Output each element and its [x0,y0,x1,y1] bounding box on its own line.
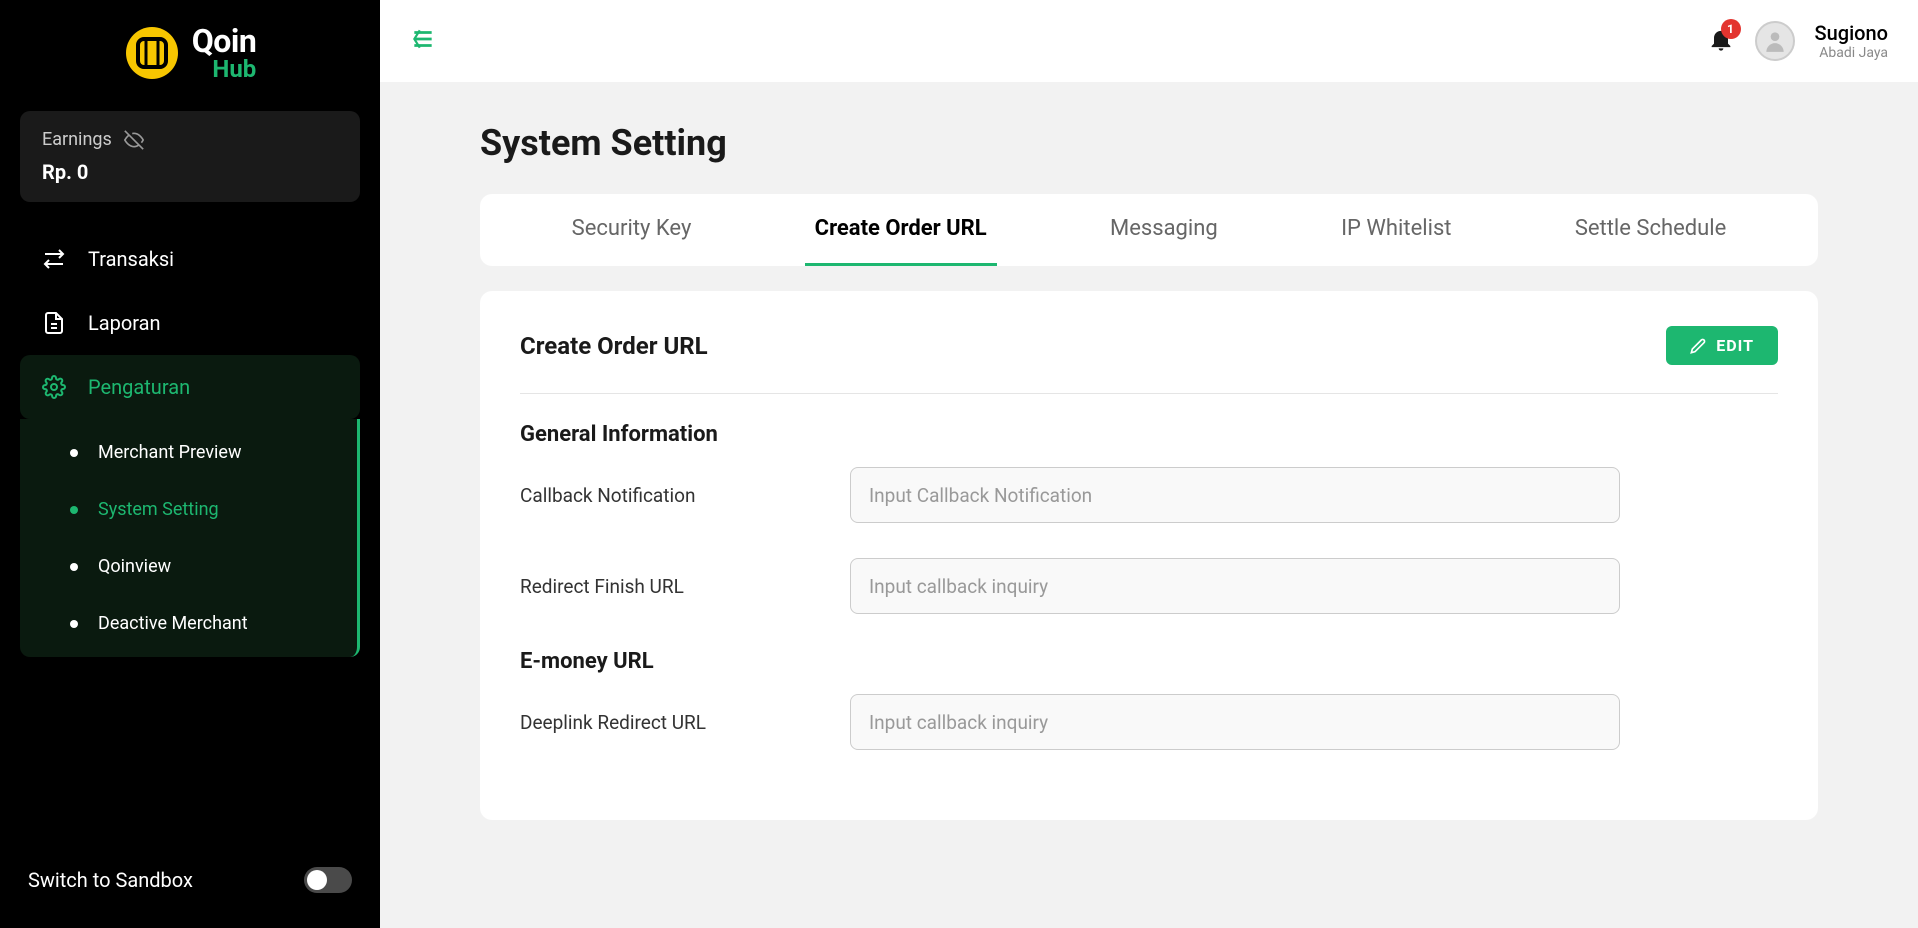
sandbox-row: Switch to Sandbox [20,857,360,903]
notifications-button[interactable]: 1 [1707,25,1735,57]
sandbox-label: Switch to Sandbox [28,868,193,892]
section-general-information: General Information [520,422,1778,447]
pengaturan-subnav: Merchant Preview System Setting Qoinview… [20,419,360,657]
eye-off-icon[interactable] [124,130,144,150]
subnav-deactive-merchant[interactable]: Deactive Merchant [20,595,357,652]
subnav-merchant-preview[interactable]: Merchant Preview [20,424,357,481]
sandbox-toggle[interactable] [304,867,352,893]
form-row-callback: Callback Notification [520,467,1778,523]
subnav-label: System Setting [98,499,219,520]
nav-item-transaksi[interactable]: Transaksi [20,227,360,291]
sidebar-toggle-button[interactable] [410,26,436,56]
page-title: System Setting [480,122,1818,164]
form-row-redirect: Redirect Finish URL [520,558,1778,614]
content: System Setting Security Key Create Order… [380,82,1918,928]
nav-label: Transaksi [88,247,174,271]
nav-label: Pengaturan [88,375,190,399]
subnav-label: Qoinview [98,556,171,577]
bullet-icon [70,620,78,628]
main: 1 Sugiono Abadi Jaya System Setting Secu… [380,0,1918,928]
panel-create-order-url: Create Order URL EDIT General Informatio… [480,291,1818,820]
menu-collapse-icon [410,26,436,52]
gear-icon [42,375,66,399]
tab-create-order-url[interactable]: Create Order URL [805,194,997,266]
sidebar: Qoin Hub Earnings Rp. 0 Transaksi Lapora… [0,0,380,928]
deeplink-redirect-url-input[interactable] [850,694,1620,750]
bullet-icon [70,449,78,457]
tab-ip-whitelist[interactable]: IP Whitelist [1331,194,1461,266]
earnings-label: Earnings [42,129,112,150]
edit-button-label: EDIT [1716,336,1754,355]
document-icon [42,311,66,335]
logo: Qoin Hub [20,25,360,81]
tab-settle-schedule[interactable]: Settle Schedule [1565,194,1737,266]
callback-notification-input[interactable] [850,467,1620,523]
notification-badge: 1 [1721,19,1741,39]
earnings-amount: Rp. 0 [42,160,338,184]
nav-item-laporan[interactable]: Laporan [20,291,360,355]
pencil-icon [1690,338,1706,354]
redirect-finish-url-label: Redirect Finish URL [520,575,850,598]
deeplink-redirect-url-label: Deeplink Redirect URL [520,711,850,734]
subnav-qoinview[interactable]: Qoinview [20,538,357,595]
logo-sub-text: Hub [192,57,257,81]
edit-button[interactable]: EDIT [1666,326,1778,365]
user-name: Sugiono [1815,21,1889,45]
topbar: 1 Sugiono Abadi Jaya [380,0,1918,82]
logo-brand-text: Qoin [192,25,257,57]
bullet-icon [70,506,78,514]
tabs: Security Key Create Order URL Messaging … [480,194,1818,266]
nav-label: Laporan [88,311,161,335]
subnav-label: Merchant Preview [98,442,242,463]
nav-item-pengaturan[interactable]: Pengaturan [20,355,360,419]
form-row-deeplink: Deeplink Redirect URL [520,694,1778,750]
logo-coin-icon [124,25,180,81]
subnav-label: Deactive Merchant [98,613,248,634]
panel-header: Create Order URL EDIT [520,326,1778,394]
tab-messaging[interactable]: Messaging [1100,194,1228,266]
callback-notification-label: Callback Notification [520,484,850,507]
nav-list: Transaksi Laporan Pengaturan [20,227,360,419]
panel-title: Create Order URL [520,332,708,360]
user-info: Sugiono Abadi Jaya [1815,21,1889,61]
redirect-finish-url-input[interactable] [850,558,1620,614]
bullet-icon [70,563,78,571]
user-icon [1762,28,1788,54]
avatar[interactable] [1755,21,1795,61]
tab-security-key[interactable]: Security Key [562,194,702,266]
section-emoney-url: E-money URL [520,649,1778,674]
transfer-icon [42,247,66,271]
user-sub: Abadi Jaya [1815,45,1889,61]
subnav-system-setting[interactable]: System Setting [20,481,357,538]
earnings-box: Earnings Rp. 0 [20,111,360,202]
